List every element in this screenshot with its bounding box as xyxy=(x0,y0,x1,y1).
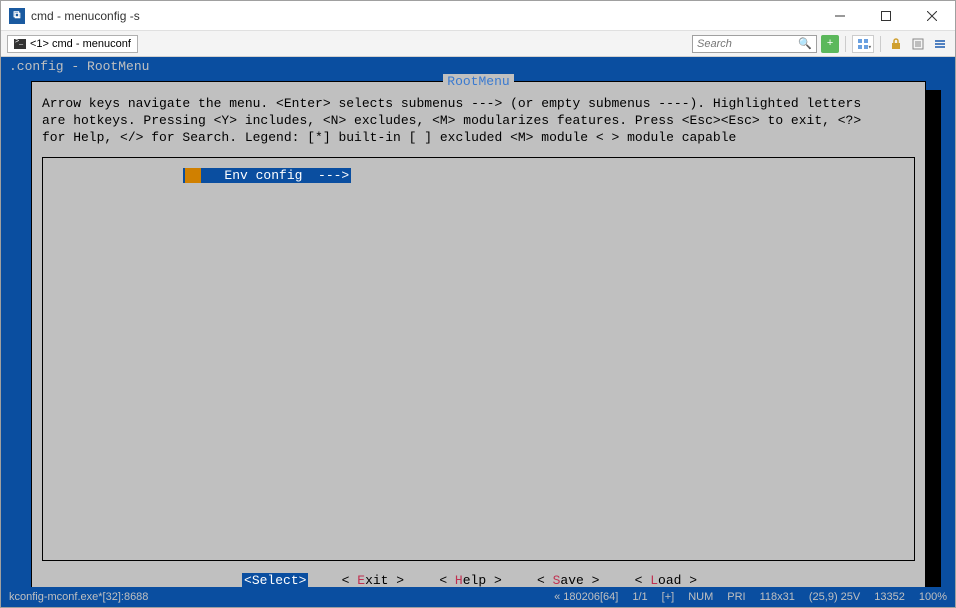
grid-icon xyxy=(857,38,869,50)
statusbar: kconfig-mconf.exe*[32]:8688 « 180206[64]… xyxy=(1,587,955,607)
notes-button[interactable] xyxy=(909,35,927,53)
help-line: Arrow keys navigate the menu. <Enter> se… xyxy=(42,96,915,113)
status-memory: 13352 xyxy=(874,591,905,603)
lock-icon xyxy=(890,38,902,50)
separator xyxy=(845,36,846,52)
add-tab-button[interactable]: + xyxy=(821,35,839,53)
status-position: 1/1 xyxy=(632,591,647,603)
select-button[interactable]: <Select> xyxy=(242,573,308,587)
app-icon: ⧉ xyxy=(9,8,25,24)
search-input[interactable] xyxy=(697,38,798,50)
close-button[interactable] xyxy=(909,1,955,30)
window-controls xyxy=(817,1,955,30)
status-plus: [+] xyxy=(662,591,675,603)
help-text: Arrow keys navigate the menu. <Enter> se… xyxy=(42,94,915,157)
layout-dropdown[interactable] xyxy=(852,35,874,53)
toolbar: <1> cmd - menuconf 🔍 + xyxy=(1,31,955,57)
console-icon xyxy=(14,39,26,49)
menu-button[interactable] xyxy=(931,35,949,53)
tui-title: RootMenu xyxy=(443,74,513,89)
status-pri: PRI xyxy=(727,591,745,603)
menu-item-label: Env config ---> xyxy=(224,168,349,183)
main-window: ⧉ cmd - menuconfig -s <1> cmd - menuconf… xyxy=(0,0,956,608)
search-box[interactable]: 🔍 xyxy=(692,35,817,53)
titlebar: ⧉ cmd - menuconfig -s xyxy=(1,1,955,31)
window-title: cmd - menuconfig -s xyxy=(31,9,817,23)
tui-title-row: RootMenu xyxy=(42,74,915,90)
menu-item-hotkey xyxy=(185,168,201,183)
notes-icon xyxy=(912,38,924,50)
tui-window: RootMenu Arrow keys navigate the menu. <… xyxy=(31,81,926,587)
exit-button[interactable]: < Exit > xyxy=(340,573,406,587)
status-num: NUM xyxy=(688,591,713,603)
load-button[interactable]: < Load > xyxy=(633,573,699,587)
status-dimensions: 118x31 xyxy=(760,591,795,603)
tab-label: <1> cmd - menuconf xyxy=(30,38,131,50)
help-button[interactable]: < Help > xyxy=(437,573,503,587)
console-tab[interactable]: <1> cmd - menuconf xyxy=(7,35,138,53)
maximize-button[interactable] xyxy=(863,1,909,30)
help-line: for Help, </> for Search. Legend: [*] bu… xyxy=(42,130,915,147)
status-zoom: 100% xyxy=(919,591,947,603)
minimize-button[interactable] xyxy=(817,1,863,30)
status-cursor: (25,9) 25V xyxy=(809,591,860,603)
button-row: <Select> < Exit > < Help > < Save > < Lo… xyxy=(42,561,915,587)
help-line: are hotkeys. Pressing <Y> includes, <N> … xyxy=(42,113,915,130)
search-icon[interactable]: 🔍 xyxy=(798,37,812,51)
menu-item-env-config[interactable]: Env config ---> xyxy=(183,168,351,183)
status-encoding: « 180206[64] xyxy=(554,591,618,603)
hamburger-icon xyxy=(934,38,946,50)
terminal-area[interactable]: .config - RootMenu RootMenu Arrow keys n… xyxy=(1,57,955,587)
lock-button[interactable] xyxy=(887,35,905,53)
save-button[interactable]: < Save > xyxy=(535,573,601,587)
separator xyxy=(880,36,881,52)
status-process: kconfig-mconf.exe*[32]:8688 xyxy=(9,591,148,603)
menu-list: Env config ---> xyxy=(42,157,915,561)
